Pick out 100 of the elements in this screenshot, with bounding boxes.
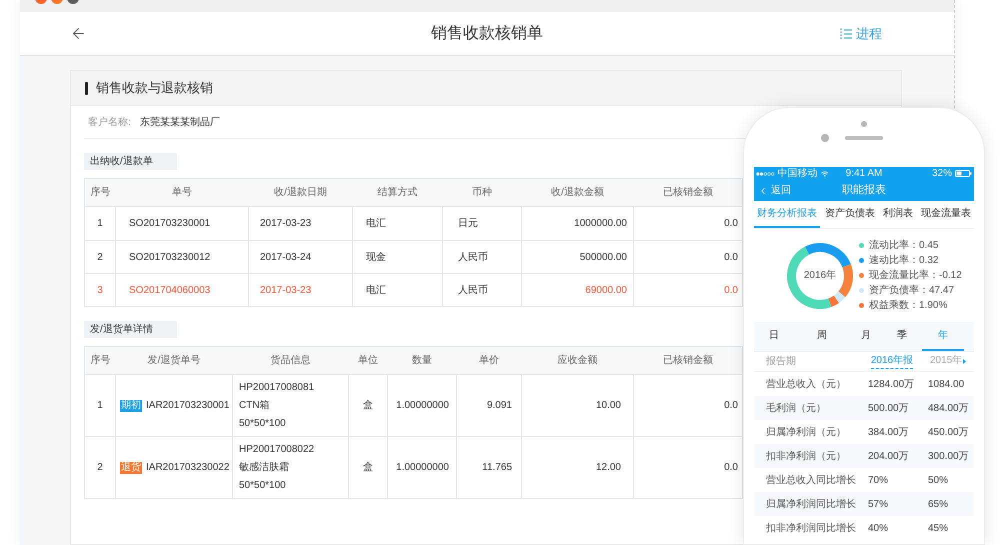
table-cell: 69000.00 [522,274,634,306]
section-label: 发/退货单详情 [84,321,177,338]
battery-percent: 32% [932,167,952,180]
report-tab[interactable]: 现金流量表 [918,201,974,228]
column-header: 序号 [84,178,116,206]
table-cell: 2017-03-23 [248,274,352,306]
list-icon [840,28,852,40]
column-header: 单价 [456,346,522,374]
status-tag: 退货 [120,462,142,474]
table-cell-text: 57% [867,498,890,512]
accent-bar [85,82,88,94]
table-cell: 12.00 [522,436,634,498]
table-cell: 1.00000000 [388,374,456,436]
table-cell-text: 40% [867,522,890,536]
table-cell: SO201703230012 [116,240,248,274]
table-cell-text: 70% [867,474,890,488]
period-tab[interactable]: 日 [754,322,794,351]
table-cell-text: 204.00万 [867,450,910,464]
report-tab[interactable]: 利润表 [880,201,916,228]
status-time: 9:41 AM [844,167,884,180]
column-header: 发/退货单号 [116,346,232,374]
table-cell: 人民币 [442,240,522,274]
table-cell: 日元 [442,206,522,240]
camera-icon [861,121,867,127]
row-label: 扣非净利润同比增长 [765,522,857,536]
table-cell-text: 45% [927,522,950,536]
row-label: 营业总收入（元） [765,378,847,392]
table-cell-text: 65% [927,498,950,512]
table-cell: 2017-03-23 [248,206,352,240]
table-cell-text: 300.00万 [927,450,970,464]
status-tag: 期初 [120,400,142,412]
window-button-icon[interactable] [35,0,47,4]
table-cell: 500000.00 [522,240,634,274]
product-name: 敏感洁肤霜 [239,460,290,474]
table-cell: 2 [84,240,116,274]
table-cell-text: 1084.00 [927,378,966,392]
table-cell: 电汇 [352,206,442,240]
product-size: 50*50*100 [239,416,287,430]
table-cell: 10.00 [522,374,634,436]
field-label: 客户名称: [87,116,132,130]
period-tab[interactable]: 季 [882,322,922,351]
table-cell: 3 [84,274,116,306]
legend-label: 流动比率：0.45 [869,238,938,253]
row-label: 毛利润（元） [765,402,827,416]
column-header: 应收金额 [522,346,634,374]
carrier-name: 中国移动 [778,167,818,180]
table-cell-text: 450.00万 [927,426,970,440]
speaker-icon [845,136,883,140]
table-cell-text: 1284.00万 [867,378,916,392]
table-cell: 盒 [348,374,388,436]
table-cell: 电汇 [352,274,442,306]
row-label: 归属净利润（元） [765,426,847,440]
period-tab[interactable]: 月 [850,322,882,351]
legend-label: 速动比率：0.32 [869,254,938,268]
window-button-icon[interactable] [67,0,79,4]
battery-icon [955,170,972,177]
table-cell: 11.765 [456,436,522,498]
column-header: 收/退款日期 [248,178,352,206]
legend-label: 现金流量比率：-0.12 [869,268,962,283]
column-header: 结算方式 [352,178,442,206]
table-cell: 1 [84,374,116,436]
table-cell: 9.091 [456,374,522,436]
order-number: IAR201703230022 [146,461,230,475]
column-header: 收/退款金额 [522,178,634,206]
column-header: 单位 [348,346,388,374]
legend-label: 权益乘数：1.90% [869,298,948,313]
column-label: 报告期 [765,354,797,369]
period-tab[interactable]: 周 [794,322,850,351]
chart-center-label: 2016年 [804,269,836,283]
table-cell: 2 [84,436,116,498]
sensor-icon [821,134,829,142]
product-code: HP20017008022 [239,442,316,456]
column-header: 序号 [84,346,116,374]
table-cell: SO201703230001 [116,206,248,240]
table-cell-text: 500.00万 [867,402,910,416]
table-cell-text: 50% [927,474,950,488]
order-number: IAR201703230001 [146,399,230,413]
row-label: 营业总收入同比增长 [765,474,857,488]
page-title: 销售收款核销单 [431,24,543,44]
column-header: 数量 [388,346,456,374]
row-label: 扣非净利润（元） [765,450,847,464]
row-label: 归属净利润同比增长 [765,498,857,512]
caret-right-icon [963,358,966,364]
customer-name: 东莞某某某制品厂 [140,116,220,130]
report-tab[interactable]: 资产负债表 [822,201,878,228]
table-cell: 人民币 [442,274,522,306]
screen-title: 职能报表 [842,183,886,198]
column-header: 单号 [116,178,248,206]
table-cell: 1000000.00 [522,206,634,240]
table-cell: 现金 [352,240,442,274]
product-code: HP20017008081 [239,380,316,394]
table-cell: 1 [84,206,116,240]
panel-title: 销售收款与退款核销 [96,79,213,98]
table-cell: 1.00000000 [388,436,456,498]
table-cell-text: 484.00万 [927,402,970,416]
product-name: CTN箱 [239,398,271,412]
legend-label: 资产负债率：47.47 [869,284,954,298]
table-cell: SO201704060003 [116,274,248,306]
column-header: 币种 [442,178,522,206]
wifi-icon [820,170,828,176]
